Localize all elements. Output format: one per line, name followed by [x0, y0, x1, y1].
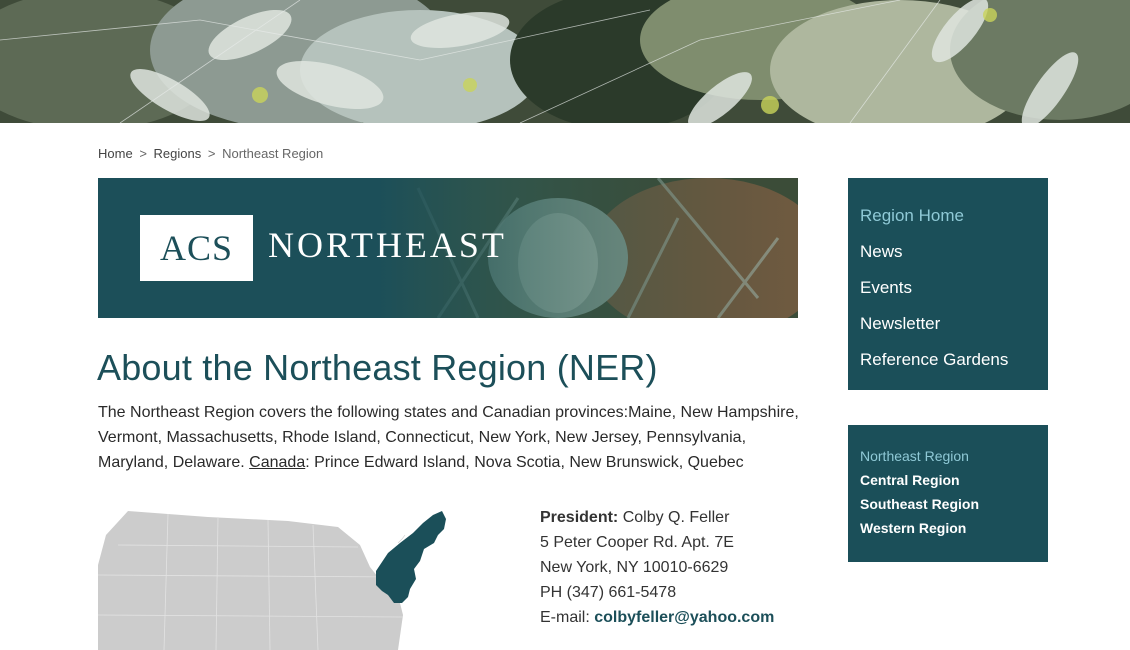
breadcrumb-separator: >: [139, 146, 147, 161]
page-title: About the Northeast Region (NER): [97, 347, 658, 388]
breadcrumb-regions-link[interactable]: Regions: [154, 146, 202, 161]
region-item-southeast[interactable]: Southeast Region: [860, 492, 1036, 516]
sidebar-item-region-home[interactable]: Region Home: [860, 198, 1036, 234]
president-contact: President: Colby Q. Feller 5 Peter Coope…: [540, 505, 774, 630]
address-line-2: New York, NY 10010-6629: [540, 559, 729, 576]
us-region-map: [98, 511, 446, 650]
president-name: Colby Q. Feller: [618, 509, 730, 526]
president-label: President:: [540, 509, 619, 526]
region-item-northeast[interactable]: Northeast Region: [860, 444, 1036, 468]
phone-number: PH (347) 661-5478: [540, 584, 677, 601]
email-label: E-mail:: [540, 609, 595, 626]
intro-text-end: : Prince Edward Island, Nova Scotia, New…: [305, 454, 744, 471]
intro-paragraph: The Northeast Region covers the followin…: [98, 400, 808, 475]
sidebar-item-newsletter[interactable]: Newsletter: [860, 306, 1036, 342]
address-line-1: 5 Peter Cooper Rd. Apt. 7E: [540, 534, 734, 551]
acs-logo: ACS: [140, 215, 253, 281]
breadcrumb: Home > Regions > Northeast Region: [98, 146, 323, 161]
region-item-central[interactable]: Central Region: [860, 468, 1036, 492]
region-banner: ACS NORTHEAST: [98, 178, 798, 318]
president-line: President: Colby Q. Feller: [540, 505, 774, 530]
breadcrumb-current: Northeast Region: [222, 146, 324, 161]
header-photo: [0, 0, 1130, 123]
logo-acs-text: ACS: [159, 228, 234, 268]
canada-link[interactable]: Canada: [249, 454, 305, 471]
sidebar-item-reference-gardens[interactable]: Reference Gardens: [860, 342, 1036, 378]
breadcrumb-separator: >: [207, 146, 216, 161]
region-nav: Northeast Region Central Region Southeas…: [848, 425, 1048, 562]
email-line: E-mail: colbyfeller@yahoo.com: [540, 605, 774, 630]
breadcrumb-home-link[interactable]: Home: [98, 146, 133, 161]
sidebar-nav: Region Home News Events Newsletter Refer…: [848, 178, 1048, 390]
logo-region-word: NORTHEAST: [268, 225, 507, 265]
region-item-western[interactable]: Western Region: [860, 516, 1036, 540]
email-link[interactable]: colbyfeller@yahoo.com: [594, 609, 774, 626]
sidebar-item-news[interactable]: News: [860, 234, 1036, 270]
sidebar-item-events[interactable]: Events: [860, 270, 1036, 306]
